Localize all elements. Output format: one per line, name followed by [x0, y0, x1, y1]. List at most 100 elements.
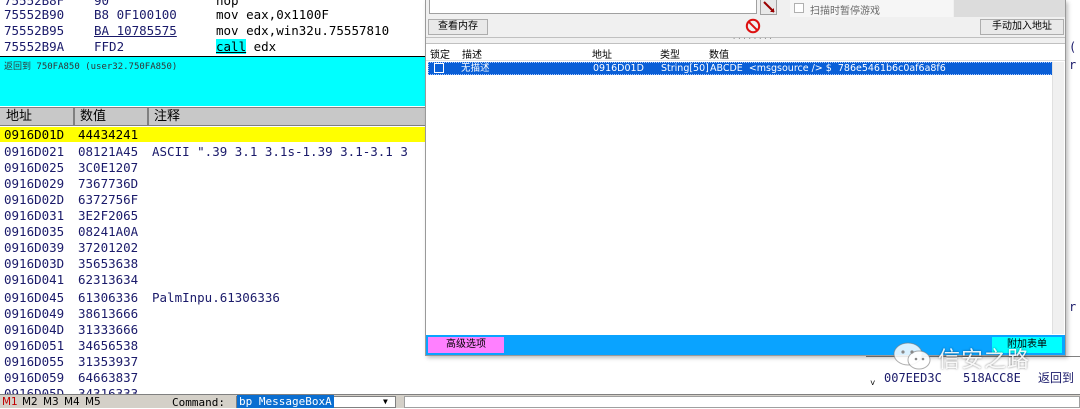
address-list-header: 锁定 描述 地址 类型 数值 [426, 44, 1065, 61]
pause-option-group: 扫描时暂停游戏 [790, 0, 953, 17]
disasm-instruction: call edx [216, 39, 276, 54]
column-header-type[interactable]: 类型 [660, 46, 680, 61]
dump-comment: PalmInpu.61306336 [152, 290, 280, 305]
stack-comment: 返回到 [1038, 371, 1075, 385]
pointer-arrow-button[interactable] [760, 0, 777, 15]
dump-value: 6372756F [78, 192, 139, 207]
dump-address: 0916D039 [4, 240, 65, 255]
dump-address: 0916D031 [4, 208, 65, 223]
dump-row-selected[interactable]: 0916D01D 44434241 [0, 127, 428, 142]
options-panel [954, 0, 1065, 17]
dump-value: 64663837 [78, 370, 139, 385]
address-list[interactable]: 锁定 描述 地址 类型 数值 无描述 0916D01D String[50] A… [426, 43, 1065, 335]
tab-m3[interactable]: M3 [43, 396, 59, 408]
column-header-lock[interactable]: 锁定 [430, 46, 450, 61]
disasm-hex: B8 0F100100 [94, 7, 177, 22]
dump-row[interactable]: 0916D041 62313634 [0, 272, 428, 287]
dump-address: 0916D041 [4, 272, 65, 287]
tab-m5[interactable]: M5 [85, 396, 101, 408]
manual-add-address-button[interactable]: 手动加入地址 [980, 19, 1064, 35]
dump-row[interactable]: 0916D031 3E2F2065 [0, 208, 428, 223]
info-pane: 返回到 750FA850 (user32.750FA850) [0, 56, 428, 106]
disasm-address: 75552B95 [4, 23, 65, 38]
address-list-row[interactable]: 无描述 0916D01D String[50] ABCDE <msgsource… [428, 62, 1059, 75]
lock-checkbox[interactable] [434, 63, 444, 73]
column-header-comment[interactable]: 注释 [148, 108, 428, 126]
dump-value: 7367736D [78, 176, 139, 191]
list-scrollbar[interactable] [1052, 62, 1064, 334]
dump-address: 0916D025 [4, 160, 65, 175]
tab-m2[interactable]: M2 [22, 396, 38, 408]
entry-type: String[50] [661, 63, 709, 74]
command-bar: M1 M2 M3 M4 M5 Command: bp MessageBoxA ▼ [0, 394, 1080, 409]
dump-row[interactable]: 0916D055 31353937 [0, 354, 428, 369]
info-return-text: 返回到 750FA850 (user32.750FA850) [4, 62, 178, 72]
dump-value: 3E2F2065 [78, 208, 139, 223]
dump-value: 62313634 [78, 272, 139, 287]
pause-game-label: 扫描时暂停游戏 [810, 6, 880, 17]
dump-value: 34316333 [78, 386, 139, 394]
dump-row[interactable]: 0916D021 08121A45 ASCII ".39 3.1 3.1s-1.… [0, 144, 428, 159]
dropdown-arrow-icon[interactable]: ▼ [383, 397, 388, 406]
dump-address: 0916D03D [4, 256, 65, 271]
dump-row[interactable]: 0916D029 7367736D [0, 176, 428, 191]
splitter-handle[interactable]: ········ [426, 35, 1065, 43]
dump-comment: ASCII ".39 3.1 3.1s-1.39 3.1-3.1 3 [152, 144, 408, 159]
tab-m4[interactable]: M4 [64, 396, 80, 408]
dump-address: 0916D02D [4, 192, 65, 207]
disasm-hex: FFD2 [94, 39, 125, 54]
command-label: Command: [172, 396, 225, 409]
dump-header: 地址 数值 注释 [0, 107, 428, 126]
disasm-instruction: mov eax,0x1100F [216, 7, 329, 22]
dump-row[interactable]: 0916D051 34656538 [0, 338, 428, 353]
dump-value: 35653638 [78, 256, 139, 271]
dump-row[interactable]: 0916D035 08241A0A [0, 224, 428, 239]
call-operand: edx [246, 39, 277, 54]
advanced-options-button[interactable]: 高级选项 [428, 337, 504, 353]
scan-value-input[interactable] [429, 0, 757, 14]
no-entry-icon [745, 18, 761, 34]
dump-value: 61306336 [78, 290, 139, 305]
disassembly-pane[interactable]: 75552B8F 90 nop 75552B90 B8 0F100100 mov… [0, 0, 428, 56]
disasm-hex: BA 10785575 [94, 23, 177, 38]
dump-address: 0916D049 [4, 306, 65, 321]
disasm-address: 75552B9A [4, 39, 65, 54]
dump-value: 31333666 [78, 322, 139, 337]
chevron-down-icon[interactable]: ˅ [870, 377, 875, 392]
column-header-value[interactable]: 数值 [74, 108, 148, 126]
wechat-logo-icon [893, 342, 931, 370]
column-header-address[interactable]: 地址 [592, 46, 612, 61]
dump-value: 08121A45 [78, 144, 139, 159]
dump-row[interactable]: 0916D025 3C0E1207 [0, 160, 428, 175]
tab-m1[interactable]: M1 [2, 396, 18, 408]
dump-address: 0916D051 [4, 338, 65, 353]
dump-value: 38613666 [78, 306, 139, 321]
watermark: 信安之路 [886, 338, 1056, 373]
column-header-address[interactable]: 地址 [0, 108, 74, 126]
dump-address: 0916D035 [4, 224, 65, 239]
dump-row[interactable]: 0916D02D 6372756F [0, 192, 428, 207]
stack-address: 007EED3C [884, 371, 942, 385]
dump-address: 0916D01D [4, 127, 65, 142]
dump-row[interactable]: 0916D03D 35653638 [0, 256, 428, 271]
dump-row[interactable]: 0916D045 61306336 PalmInpu.61306336 [0, 290, 428, 305]
dump-row[interactable]: 0916D059 64663837 [0, 370, 428, 385]
column-header-value[interactable]: 数值 [709, 46, 729, 61]
command-input[interactable]: bp MessageBoxA [236, 395, 396, 408]
view-memory-button[interactable]: 查看内存 [428, 19, 488, 35]
dump-pane[interactable]: 0916D01D 44434241 0916D021 08121A45 ASCI… [0, 126, 428, 394]
disasm-instruction: mov edx,win32u.75557810 [216, 23, 390, 38]
dump-address: 0916D05D [4, 386, 65, 394]
column-header-description[interactable]: 描述 [462, 46, 482, 61]
dump-row[interactable]: 0916D049 38613666 [0, 306, 428, 321]
dump-address: 0916D029 [4, 176, 65, 191]
entry-value: ABCDE <msgsource /> $ 786e5461b6c0af6a8f… [710, 63, 946, 74]
dump-row[interactable]: 0916D05D 34316333 [0, 386, 428, 394]
dump-value: 08241A0A [78, 224, 139, 239]
disasm-address: 75552B90 [4, 7, 65, 22]
right-pane-edge: ( r r [1064, 0, 1080, 394]
pause-game-checkbox[interactable] [794, 3, 804, 13]
dump-row[interactable]: 0916D04D 31333666 [0, 322, 428, 337]
dump-row[interactable]: 0916D039 37201202 [0, 240, 428, 255]
call-keyword: call [216, 39, 247, 54]
